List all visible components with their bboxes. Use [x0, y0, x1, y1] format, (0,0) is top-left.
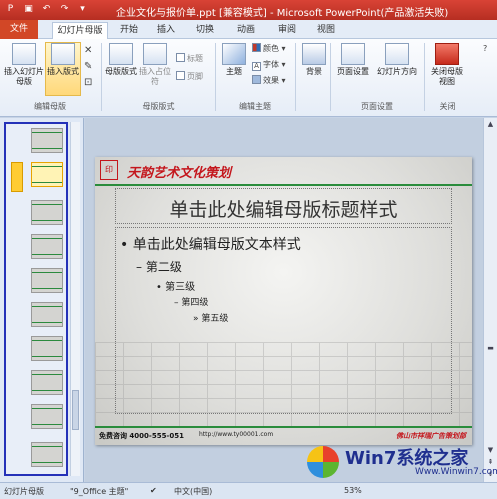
- thumbnail[interactable]: [31, 268, 63, 293]
- slide-master[interactable]: 印 天韵艺术文化策划 单击此处编辑母版标题样式 • 单击此处编辑母版文本样式 –…: [95, 157, 472, 445]
- page-setup-button[interactable]: 页面设置: [332, 43, 374, 77]
- tab-review[interactable]: 审阅: [272, 22, 302, 39]
- preserve-icon[interactable]: ⊡: [84, 77, 92, 88]
- group-page-setup: 页面设置: [361, 102, 393, 111]
- colors-dropdown[interactable]: 颜色 ▾: [252, 43, 286, 54]
- scroll-thumb[interactable]: [72, 390, 79, 430]
- scroll-thumb[interactable]: ▬: [486, 344, 495, 353]
- header-rule: [95, 184, 472, 186]
- undo-icon[interactable]: ↶: [40, 3, 53, 16]
- tab-home[interactable]: 开始: [114, 22, 144, 39]
- master-layout-icon: [109, 43, 133, 65]
- save-icon[interactable]: ▣: [22, 3, 35, 16]
- zoom-level[interactable]: 53%: [344, 486, 362, 495]
- slide-logo-text: 天韵艺术文化策划: [127, 166, 232, 181]
- thumbnail[interactable]: [31, 442, 63, 467]
- thumbnail[interactable]: [31, 404, 63, 429]
- tab-transitions[interactable]: 切换: [190, 22, 220, 39]
- insert-placeholder-button[interactable]: 插入占位符: [138, 43, 172, 87]
- slide-orientation-button[interactable]: 幻灯片方向: [374, 43, 420, 77]
- title-placeholder[interactable]: 单击此处编辑母版标题样式: [115, 188, 452, 224]
- insert-slide-master-button[interactable]: 插入幻灯片母版: [3, 43, 45, 87]
- view-label: 幻灯片母版: [4, 487, 44, 496]
- insert-layout-button[interactable]: 插入版式: [45, 42, 81, 96]
- slide-title: 单击此处编辑母版标题样式: [169, 199, 398, 221]
- delete-icon[interactable]: ✕: [84, 45, 92, 56]
- windows-logo-icon: [307, 446, 339, 478]
- theme-button[interactable]: 主题: [219, 43, 249, 77]
- thumbnail[interactable]: [31, 370, 63, 395]
- effects-dropdown[interactable]: 效果 ▾: [252, 75, 286, 86]
- slide-thumbnail-panel: [0, 118, 84, 482]
- tab-insert[interactable]: 插入: [151, 22, 181, 39]
- ribbon-tabs: 文件 幻灯片母版 开始 插入 切换 动画 审阅 视图: [0, 20, 497, 39]
- title-bar: P ▣ ↶ ↷ ▾ 企业文化与报价单.ppt [兼容模式] - Microsof…: [0, 0, 497, 20]
- title-checkbox[interactable]: 标题: [176, 53, 203, 64]
- layout-icon: [51, 43, 75, 65]
- footer-phone: 免费咨询 4000-555-051: [99, 432, 184, 440]
- page-setup-icon: [341, 43, 365, 65]
- thumbnail[interactable]: [31, 302, 63, 327]
- spellcheck-icon[interactable]: ✔: [150, 486, 157, 495]
- tab-file[interactable]: 文件: [0, 20, 38, 39]
- group-edit-master: 编辑母版: [34, 102, 66, 111]
- separator: [295, 43, 296, 111]
- thumbnail[interactable]: [31, 200, 63, 225]
- thumbnail-list: [4, 122, 68, 476]
- level-1-text: • 单击此处编辑母版文本样式: [120, 237, 301, 253]
- tab-slide-master[interactable]: 幻灯片母版: [52, 22, 108, 39]
- scroll-up-icon[interactable]: ▲: [486, 120, 495, 129]
- help-icon[interactable]: ?: [483, 43, 487, 54]
- placeholder-icon: [143, 43, 167, 65]
- layout-marker: [11, 162, 23, 192]
- language-label[interactable]: 中文(中国): [174, 486, 212, 497]
- group-master-layout: 母版版式: [142, 102, 175, 111]
- slide-master-icon: [12, 43, 36, 65]
- logo-seal: 印: [100, 160, 118, 180]
- thumbnail[interactable]: [31, 128, 63, 153]
- level-4-text: – 第四级: [174, 298, 209, 308]
- orientation-icon: [385, 43, 409, 65]
- group-close: 关闭: [439, 102, 456, 111]
- close-master-view-button[interactable]: 关闭母版视图: [428, 43, 466, 87]
- vertical-scrollbar[interactable]: ▲ ▬ ▼ ⇞ ⇟: [483, 118, 497, 482]
- thumbnail-selected[interactable]: [31, 162, 63, 187]
- level-5-text: » 第五级: [193, 314, 229, 324]
- master-layout-button[interactable]: 母版版式: [104, 43, 138, 77]
- footer-rule: [95, 426, 472, 428]
- footer-checkbox[interactable]: 页脚: [176, 71, 203, 82]
- group-edit-theme: 编辑主题: [239, 102, 271, 111]
- close-icon: [435, 43, 459, 65]
- footer-url: http://www.ty00001.com: [199, 431, 274, 438]
- tab-view[interactable]: 视图: [311, 22, 341, 39]
- thumbnail[interactable]: [31, 336, 63, 361]
- theme-label: "9_Office 主题": [70, 487, 129, 496]
- background-button[interactable]: 背景: [299, 43, 329, 77]
- rename-icon[interactable]: ✎: [84, 61, 92, 72]
- app-icon[interactable]: P: [4, 3, 17, 16]
- status-bar: 幻灯片母版 "9_Office 主题" ✔ 中文(中国) 53%: [0, 482, 497, 499]
- thumbnail-scrollbar[interactable]: [70, 122, 80, 476]
- body-placeholder[interactable]: • 单击此处编辑母版文本样式 – 第二级 • 第三级 – 第四级 » 第五级: [115, 227, 452, 414]
- dropdown-icon[interactable]: ▾: [76, 3, 89, 16]
- level-3-text: • 第三级: [156, 282, 196, 293]
- window-title: 企业文化与报价单.ppt [兼容模式] - Microsoft PowerPoi…: [116, 8, 449, 19]
- redo-icon[interactable]: ↷: [58, 3, 71, 16]
- background-icon: [302, 43, 326, 65]
- theme-icon: [222, 43, 246, 65]
- watermark-url: Www.Winwin7.com: [415, 467, 497, 477]
- watermark: Win7系统之家 Www.Winwin7.com: [305, 438, 497, 482]
- tab-animations[interactable]: 动画: [231, 22, 261, 39]
- ribbon: 插入幻灯片母版 插入版式 ✕ ✎ ⊡ 编辑母版 母版版式 插入占位符 标题 页脚…: [0, 39, 497, 117]
- thumbnail[interactable]: [31, 234, 63, 259]
- level-2-text: – 第二级: [136, 260, 182, 274]
- fonts-dropdown[interactable]: A 字体 ▾: [252, 59, 286, 71]
